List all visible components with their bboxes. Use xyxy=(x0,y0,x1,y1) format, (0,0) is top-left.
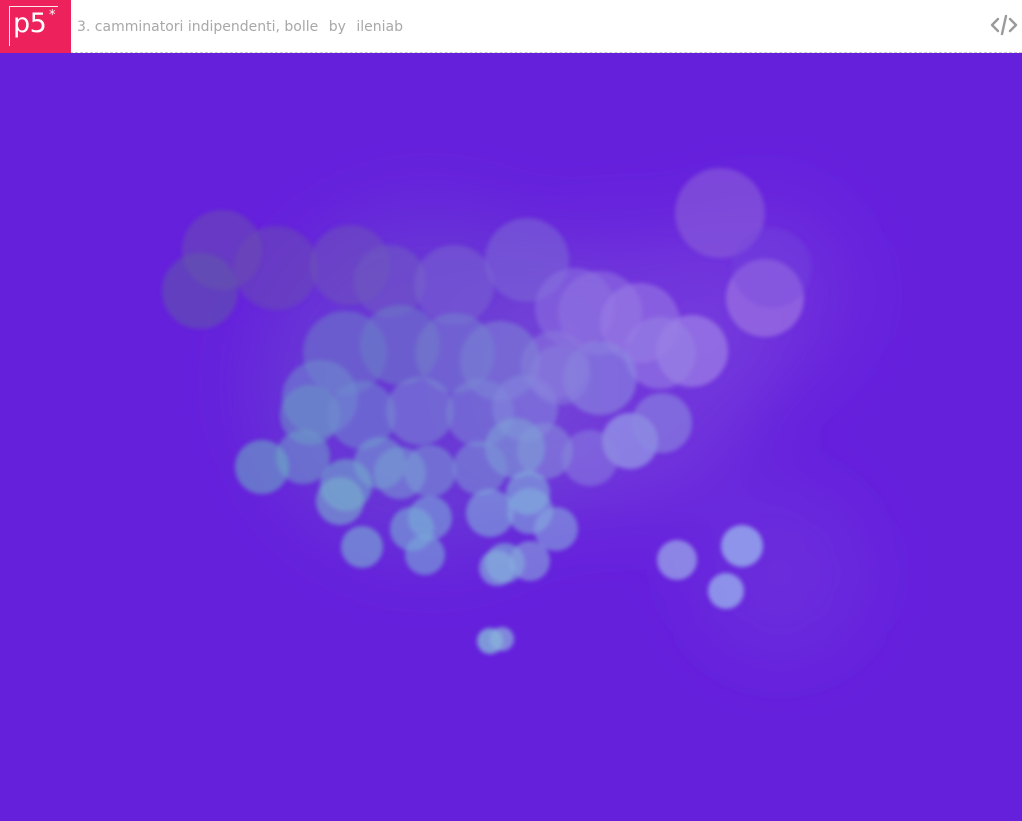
author-link[interactable]: ileniab xyxy=(356,19,403,35)
p5-logo[interactable]: p5 * xyxy=(0,0,71,53)
by-label: by xyxy=(328,19,346,35)
bubble xyxy=(235,440,289,494)
code-brackets-icon xyxy=(990,14,1018,36)
bubble xyxy=(510,541,550,581)
sketch-canvas-area[interactable] xyxy=(0,53,1022,821)
code-icon[interactable] xyxy=(990,12,1018,38)
bubble xyxy=(386,377,454,445)
bubble xyxy=(632,393,692,453)
p5-logo-text: p5 xyxy=(13,8,47,39)
sketch-header: p5 * 3. camminatori indipendenti, bolle … xyxy=(0,0,1022,53)
bubble xyxy=(506,471,550,515)
bubble xyxy=(414,245,494,325)
sketch-title-line: 3. camminatori indipendenti, bolle by il… xyxy=(77,17,403,37)
bubble xyxy=(530,345,590,405)
bubble xyxy=(234,226,318,310)
bubble xyxy=(316,477,364,525)
bubble xyxy=(453,441,507,495)
bubble xyxy=(657,540,697,580)
bubble xyxy=(162,253,238,329)
bubble xyxy=(479,550,515,586)
sketch-title[interactable]: 3. camminatori indipendenti, bolle xyxy=(77,19,318,35)
bubble xyxy=(732,228,812,308)
bubble xyxy=(708,573,744,609)
bubble xyxy=(341,526,383,568)
bubble xyxy=(490,627,514,651)
sketch-canvas[interactable] xyxy=(0,53,1022,821)
bubble xyxy=(721,525,763,567)
bubble xyxy=(405,535,445,575)
p5-logo-asterisk: * xyxy=(49,8,56,23)
haze-glow xyxy=(700,493,860,653)
